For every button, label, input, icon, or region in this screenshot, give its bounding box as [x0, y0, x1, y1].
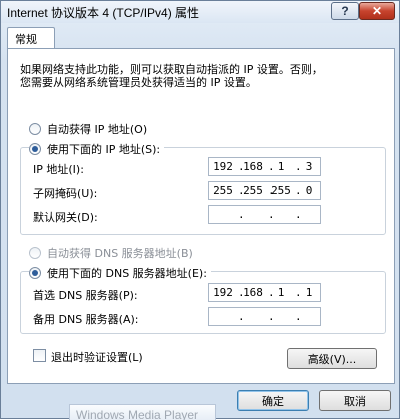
ip-address-input[interactable]: 192 . 168 . 1 . 3	[208, 157, 321, 176]
gateway-label: 默认网关(D):	[33, 211, 98, 224]
validate-checkbox[interactable]	[33, 349, 46, 362]
help-button[interactable]: ?	[331, 2, 359, 20]
validate-label[interactable]: 退出时验证设置(L)	[51, 349, 143, 365]
window-title: Internet 协议版本 4 (TCP/IPv4) 属性	[7, 6, 200, 20]
auto-dns-label: 自动获得 DNS 服务器地址(B)	[47, 247, 193, 260]
pdns-octet-4: 1	[305, 286, 313, 299]
mask-octet-2: 255	[243, 184, 263, 197]
manual-ip-radio-row[interactable]: 使用下面的 IP 地址(S):	[29, 141, 165, 157]
mask-octet-1: 255	[213, 184, 233, 197]
manual-dns-label: 使用下面的 DNS 服务器地址(E):	[47, 267, 207, 280]
help-icon: ?	[341, 4, 349, 18]
close-icon: ✕	[371, 4, 383, 18]
ip-octet-1: 192	[213, 160, 233, 173]
preferred-dns-label: 首选 DNS 服务器(P):	[33, 289, 138, 302]
mask-octet-3: 255	[271, 184, 291, 197]
auto-ip-radio[interactable]	[29, 123, 41, 135]
intro-line-1: 如果网络支持此功能，则可以获取自动指派的 IP 设置。否则，	[20, 63, 323, 76]
pdns-octet-2: 168	[243, 286, 263, 299]
auto-ip-label: 自动获得 IP 地址(O)	[47, 123, 148, 136]
subnet-mask-label: 子网掩码(U):	[33, 187, 98, 200]
ip-octet-3: 1	[277, 160, 285, 173]
gateway-input[interactable]: . . .	[208, 205, 321, 224]
manual-ip-label: 使用下面的 IP 地址(S):	[47, 143, 161, 156]
intro-line-2: 您需要从网络系统管理员处获得适当的 IP 设置。	[20, 76, 257, 89]
ip-octet-2: 168	[243, 160, 263, 173]
advanced-button[interactable]: 高级(V)...	[287, 348, 377, 369]
ipv4-properties-dialog: Internet 协议版本 4 (TCP/IPv4) 属性 ? ✕ 常规 如果网…	[0, 0, 400, 420]
manual-dns-radio-row[interactable]: 使用下面的 DNS 服务器地址(E):	[29, 265, 211, 281]
auto-ip-radio-row[interactable]: 自动获得 IP 地址(O)	[29, 121, 147, 137]
cancel-button[interactable]: 取消	[319, 390, 391, 411]
intro-text: 如果网络支持此功能，则可以获取自动指派的 IP 设置。否则， 您需要从网络系统管…	[20, 63, 388, 89]
ok-button[interactable]: 确定	[237, 390, 309, 411]
background-taskbar-item: Windows Media Player	[69, 404, 216, 420]
tab-general[interactable]: 常规	[7, 27, 55, 49]
general-panel: 如果网络支持此功能，则可以获取自动指派的 IP 设置。否则， 您需要从网络系统管…	[7, 48, 395, 384]
mask-octet-4: 0	[305, 184, 313, 197]
close-button[interactable]: ✕	[359, 2, 395, 20]
alternate-dns-input[interactable]: . . .	[208, 307, 321, 326]
manual-dns-radio[interactable]	[29, 267, 41, 279]
preferred-dns-input[interactable]: 192 . 168 . 1 . 1	[208, 283, 321, 302]
pdns-octet-1: 192	[213, 286, 233, 299]
alternate-dns-label: 备用 DNS 服务器(A):	[33, 313, 139, 326]
pdns-octet-3: 1	[277, 286, 285, 299]
ip-octet-4: 3	[305, 160, 313, 173]
manual-ip-radio[interactable]	[29, 143, 41, 155]
auto-dns-radio-row[interactable]: 自动获得 DNS 服务器地址(B)	[29, 245, 193, 261]
title-bar: Internet 协议版本 4 (TCP/IPv4) 属性 ? ✕	[1, 1, 399, 23]
auto-dns-radio[interactable]	[29, 247, 41, 259]
tab-strip: 常规	[7, 27, 395, 49]
subnet-mask-input[interactable]: 255 . 255 . 255 . 0	[208, 181, 321, 200]
ip-address-label: IP 地址(I):	[33, 163, 84, 176]
